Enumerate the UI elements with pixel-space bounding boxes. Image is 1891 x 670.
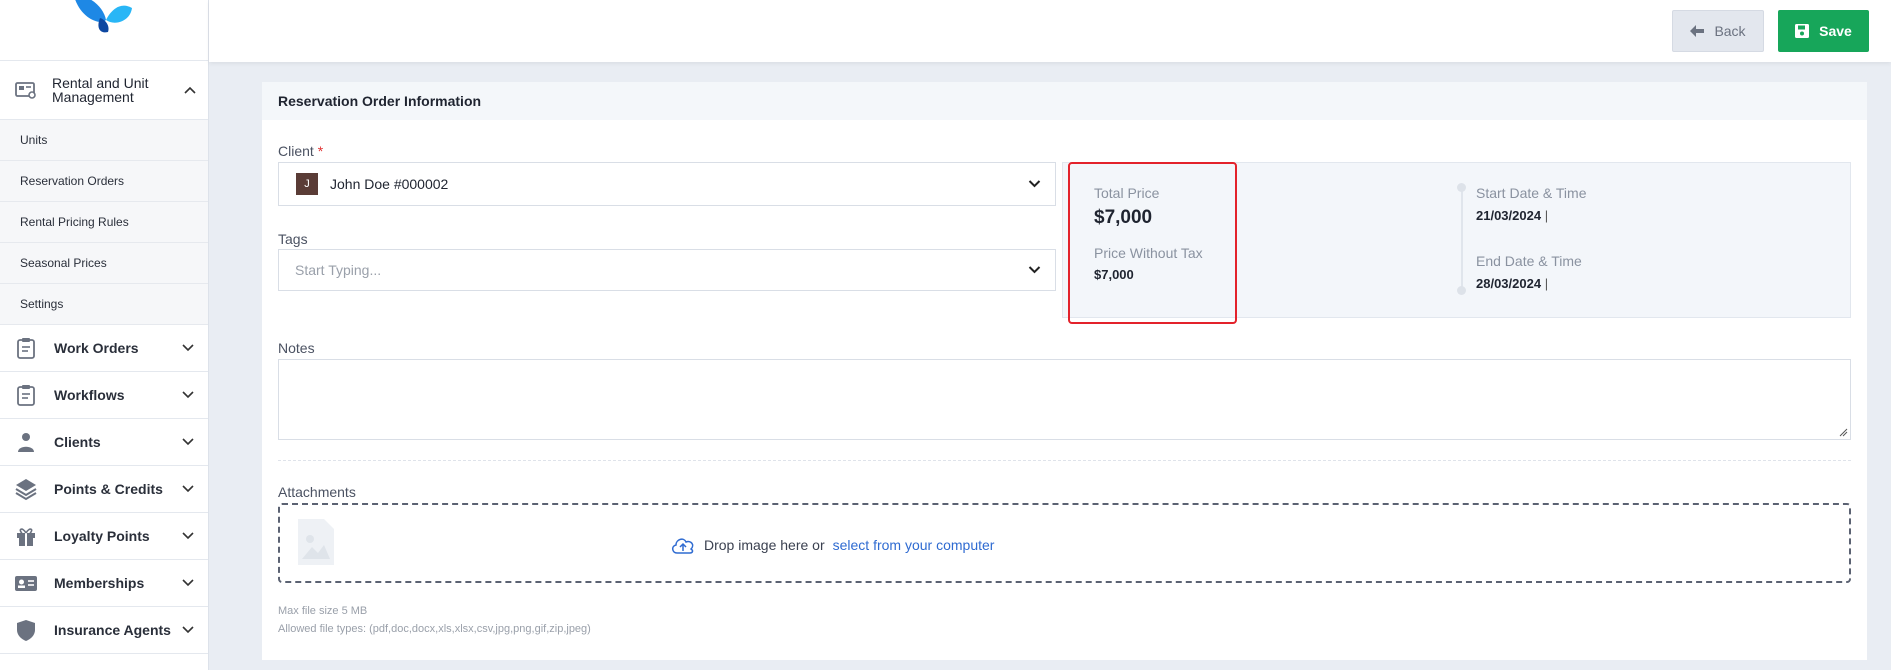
sidebar-item-settings[interactable]: Settings — [0, 284, 208, 325]
sidebar-item-rental-pricing-rules[interactable]: Rental Pricing Rules — [0, 202, 208, 243]
chevron-down-icon — [182, 438, 194, 446]
timeline-end-dot — [1457, 286, 1466, 295]
dropzone-text: Drop image here or — [704, 537, 825, 553]
notes-textarea[interactable] — [278, 359, 1851, 440]
sidebar-item-label: Loyalty Points — [54, 528, 150, 544]
sidebar: Rental and Unit Management Units Reserva… — [0, 0, 209, 670]
reservation-order-card: Reservation Order Information Client * J… — [262, 82, 1867, 660]
attachments-dropzone[interactable]: Drop image here or select from your comp… — [278, 503, 1851, 583]
back-button[interactable]: Back — [1672, 10, 1764, 52]
max-file-size-text: Max file size 5 MB — [278, 605, 368, 617]
chevron-down-icon — [182, 391, 194, 399]
rental-unit-icon — [15, 82, 36, 99]
sidebar-item-loyalty-points[interactable]: Loyalty Points — [0, 513, 208, 560]
allowed-file-types-text: Allowed file types: (pdf,doc,docx,xls,xl… — [278, 623, 591, 635]
section-divider — [278, 460, 1851, 461]
sidebar-item-label: Points & Credits — [54, 481, 163, 497]
sidebar-item-label: Insurance Agents — [54, 622, 171, 638]
end-date-label: End Date & Time — [1476, 253, 1582, 269]
id-card-icon — [15, 576, 37, 591]
dropzone-prompt: Drop image here or select from your comp… — [670, 535, 994, 555]
date-timeline — [1461, 186, 1463, 292]
end-date-row: 28/03/2024 | — [1476, 276, 1548, 291]
cloud-upload-icon — [672, 538, 694, 554]
sidebar-item-work-orders[interactable]: Work Orders — [0, 325, 208, 372]
price-without-tax-value: $7,000 — [1094, 267, 1134, 282]
client-label-text: Client — [278, 143, 314, 159]
gift-icon — [17, 528, 35, 546]
sidebar-item-insurance-agents[interactable]: Insurance Agents — [0, 607, 208, 654]
sidebar-item-units[interactable]: Units — [0, 120, 208, 161]
client-label: Client * — [278, 143, 323, 159]
start-date-row: 21/03/2024 | — [1476, 208, 1548, 223]
sidebar-submenu: Units Reservation Orders Rental Pricing … — [0, 120, 208, 325]
chevron-down-icon — [182, 532, 194, 540]
clipboard-icon — [17, 385, 35, 406]
start-date-separator: | — [1544, 208, 1549, 223]
required-mark: * — [317, 143, 324, 159]
attachments-label: Attachments — [278, 484, 356, 500]
chevron-down-icon — [182, 344, 194, 352]
total-price-label: Total Price — [1094, 185, 1160, 201]
sidebar-item-workflows[interactable]: Workflows — [0, 372, 208, 419]
save-button[interactable]: Save — [1778, 10, 1869, 52]
chevron-down-icon — [182, 579, 194, 587]
select-from-computer-link[interactable]: select from your computer — [833, 537, 995, 553]
sidebar-item-points-credits[interactable]: Points & Credits — [0, 466, 208, 513]
sidebar-group-rental[interactable]: Rental and Unit Management — [0, 61, 208, 120]
section-title: Reservation Order Information — [262, 82, 1867, 120]
tags-placeholder: Start Typing... — [295, 262, 382, 278]
client-value: John Doe #000002 — [330, 176, 449, 192]
sidebar-item-clients[interactable]: Clients — [0, 419, 208, 466]
image-file-icon — [298, 519, 334, 565]
chevron-up-icon — [184, 86, 196, 94]
sidebar-item-label: Work Orders — [54, 340, 139, 356]
butterfly-logo-icon — [75, 0, 132, 33]
client-select[interactable]: J John Doe #000002 — [278, 162, 1056, 206]
sidebar-item-label: Clients — [54, 434, 101, 450]
sidebar-item-memberships[interactable]: Memberships — [0, 560, 208, 607]
start-date-value: 21/03/2024 — [1476, 208, 1542, 223]
back-button-label: Back — [1714, 23, 1746, 39]
sidebar-item-seasonal-prices[interactable]: Seasonal Prices — [0, 243, 208, 284]
sidebar-item-label: Workflows — [54, 387, 125, 403]
shield-icon — [17, 620, 35, 641]
sidebar-item-label: Memberships — [54, 575, 145, 591]
logo — [0, 0, 208, 61]
sidebar-group-label: Rental and Unit Management — [52, 75, 149, 105]
client-avatar: J — [296, 173, 318, 195]
total-price-value: $7,000 — [1094, 207, 1153, 228]
user-icon — [18, 433, 34, 452]
resize-handle-icon[interactable] — [1838, 427, 1848, 437]
end-date-separator: | — [1544, 276, 1549, 291]
tags-label: Tags — [278, 231, 308, 247]
timeline-start-dot — [1457, 183, 1466, 192]
end-date-value: 28/03/2024 — [1476, 276, 1542, 291]
layers-icon — [15, 479, 37, 501]
chevron-down-icon — [1028, 266, 1041, 274]
price-without-tax-label: Price Without Tax — [1094, 245, 1203, 261]
tags-input[interactable]: Start Typing... — [278, 249, 1056, 291]
notes-label: Notes — [278, 340, 315, 356]
floppy-disk-icon — [1795, 24, 1810, 38]
chevron-down-icon — [182, 485, 194, 493]
chevron-down-icon — [182, 626, 194, 634]
arrow-left-icon — [1690, 25, 1705, 37]
save-button-label: Save — [1819, 23, 1852, 39]
sidebar-item-reservation-orders[interactable]: Reservation Orders — [0, 161, 208, 202]
chevron-down-icon — [1028, 180, 1041, 188]
start-date-label: Start Date & Time — [1476, 185, 1587, 201]
clipboard-icon — [17, 338, 35, 359]
top-toolbar: Back Save — [209, 0, 1891, 62]
